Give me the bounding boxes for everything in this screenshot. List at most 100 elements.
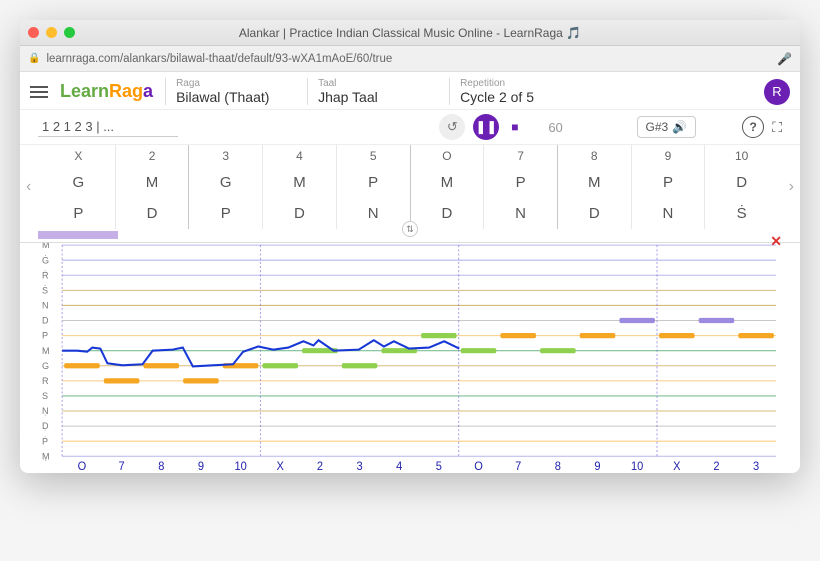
note-cell[interactable]: D bbox=[705, 167, 778, 198]
window-title: Alankar | Practice Indian Classical Musi… bbox=[20, 26, 800, 40]
pitch-chart: ṀĠṘṠNDPMGRSṆḌṖṂO78910X2345O78910X23 bbox=[20, 243, 800, 473]
note-cell[interactable]: G bbox=[189, 167, 262, 198]
url-bar[interactable]: 🔒 learnraga.com/alankars/bilawal-thaat/d… bbox=[20, 46, 800, 72]
svg-text:Ṗ: Ṗ bbox=[42, 436, 48, 446]
svg-text:3: 3 bbox=[356, 461, 362, 473]
svg-text:8: 8 bbox=[158, 461, 164, 473]
menu-icon[interactable] bbox=[30, 86, 48, 98]
grid-column: 4 M D bbox=[263, 145, 337, 229]
svg-text:G: G bbox=[42, 361, 49, 371]
svg-text:M: M bbox=[42, 346, 50, 356]
grid-column: 8 M D bbox=[558, 145, 632, 229]
note-cell[interactable]: Ṡ bbox=[705, 198, 778, 229]
note-cell[interactable]: P bbox=[337, 167, 410, 198]
svg-text:Ṡ: Ṡ bbox=[42, 285, 48, 295]
scroll-left-icon[interactable]: ‹ bbox=[26, 178, 31, 196]
minimize-window-icon[interactable] bbox=[46, 27, 57, 38]
resize-handle-icon[interactable]: ⇅ bbox=[402, 221, 418, 237]
beat-header: O bbox=[411, 145, 484, 167]
svg-text:2: 2 bbox=[713, 461, 719, 473]
browser-window: Alankar | Practice Indian Classical Musi… bbox=[20, 20, 800, 473]
playhead-indicator bbox=[38, 231, 118, 239]
raga-selector[interactable]: Raga Bilawal (Thaat) bbox=[165, 78, 295, 105]
svg-text:4: 4 bbox=[396, 461, 402, 473]
svg-text:N: N bbox=[42, 300, 49, 310]
svg-text:5: 5 bbox=[436, 461, 442, 473]
replay-icon[interactable]: ↺ bbox=[439, 114, 465, 140]
pane-resizer[interactable]: ⇅ ✕ bbox=[20, 229, 800, 243]
note-cell[interactable]: N bbox=[484, 198, 557, 229]
note-cell[interactable]: P bbox=[484, 167, 557, 198]
svg-text:7: 7 bbox=[515, 461, 521, 473]
grid-column: 7 P N bbox=[484, 145, 558, 229]
fullscreen-icon[interactable]: ⛶ bbox=[772, 119, 782, 136]
note-cell[interactable]: D bbox=[116, 198, 189, 229]
svg-text:9: 9 bbox=[594, 461, 600, 473]
grid-column: X G P bbox=[42, 145, 116, 229]
svg-text:P: P bbox=[42, 331, 48, 341]
note-cell[interactable]: M bbox=[558, 167, 631, 198]
close-window-icon[interactable] bbox=[28, 27, 39, 38]
svg-text:X: X bbox=[277, 461, 285, 473]
beat-header: 5 bbox=[337, 145, 410, 167]
svg-text:Ṇ: Ṇ bbox=[42, 406, 49, 416]
note-cell[interactable]: P bbox=[42, 198, 115, 229]
svg-text:D: D bbox=[42, 315, 49, 325]
note-cell[interactable]: D bbox=[558, 198, 631, 229]
grid-column: 10 D Ṡ bbox=[705, 145, 778, 229]
note-cell[interactable]: D bbox=[411, 198, 484, 229]
grid-column: 5 P N bbox=[337, 145, 411, 229]
app-header: LearnRaga Raga Bilawal (Thaat) Taal Jhap… bbox=[20, 72, 800, 110]
reference-pitch-selector[interactable]: G#3 🔊 bbox=[637, 116, 697, 138]
beat-header: 10 bbox=[705, 145, 778, 167]
svg-text:S: S bbox=[42, 391, 48, 401]
svg-text:Ḍ: Ḍ bbox=[42, 421, 49, 431]
beat-header: 9 bbox=[632, 145, 705, 167]
maximize-window-icon[interactable] bbox=[64, 27, 75, 38]
scroll-right-icon[interactable]: › bbox=[789, 178, 794, 196]
svg-text:10: 10 bbox=[234, 461, 246, 473]
grid-column: O M D bbox=[411, 145, 485, 229]
avatar[interactable]: R bbox=[764, 79, 790, 105]
note-cell[interactable]: P bbox=[632, 167, 705, 198]
lock-icon: 🔒 bbox=[28, 53, 40, 64]
mic-icon[interactable]: 🎤 bbox=[777, 52, 792, 66]
svg-text:8: 8 bbox=[555, 461, 561, 473]
taal-selector[interactable]: Taal Jhap Taal bbox=[307, 78, 437, 105]
beat-header: 7 bbox=[484, 145, 557, 167]
beat-header: 3 bbox=[189, 145, 262, 167]
note-cell[interactable]: N bbox=[337, 198, 410, 229]
note-cell[interactable]: P bbox=[189, 198, 262, 229]
svg-text:2: 2 bbox=[317, 461, 323, 473]
grid-column: 3 G P bbox=[189, 145, 263, 229]
svg-text:O: O bbox=[78, 461, 87, 473]
svg-text:Ġ: Ġ bbox=[42, 255, 49, 265]
help-icon[interactable]: ? bbox=[742, 116, 764, 138]
beat-header: X bbox=[42, 145, 115, 167]
url-text: learnraga.com/alankars/bilawal-thaat/def… bbox=[46, 53, 392, 65]
note-cell[interactable]: D bbox=[263, 198, 336, 229]
grid-column: 2 M D bbox=[116, 145, 190, 229]
note-cell[interactable]: M bbox=[411, 167, 484, 198]
logo[interactable]: LearnRaga bbox=[60, 81, 153, 102]
note-cell[interactable]: M bbox=[263, 167, 336, 198]
repetition-display: Repetition Cycle 2 of 5 bbox=[449, 78, 579, 105]
svg-text:R: R bbox=[42, 376, 49, 386]
note-cell[interactable]: G bbox=[42, 167, 115, 198]
note-cell[interactable]: N bbox=[632, 198, 705, 229]
svg-text:10: 10 bbox=[631, 461, 643, 473]
svg-text:O: O bbox=[474, 461, 483, 473]
note-cell[interactable]: M bbox=[116, 167, 189, 198]
pause-button[interactable]: ❚❚ bbox=[473, 114, 499, 140]
titlebar: Alankar | Practice Indian Classical Musi… bbox=[20, 20, 800, 46]
grid-column: 9 P N bbox=[632, 145, 706, 229]
beat-header: 4 bbox=[263, 145, 336, 167]
svg-text:Ṁ: Ṁ bbox=[42, 243, 50, 250]
svg-text:Ṃ: Ṃ bbox=[42, 451, 50, 461]
beat-header: 2 bbox=[116, 145, 189, 167]
svg-text:7: 7 bbox=[119, 461, 125, 473]
stop-button[interactable]: ■ bbox=[507, 120, 522, 134]
svg-text:X: X bbox=[673, 461, 681, 473]
sequence-input[interactable]: 1 2 1 2 3 | ... bbox=[38, 117, 178, 137]
tempo-input[interactable] bbox=[531, 120, 581, 135]
